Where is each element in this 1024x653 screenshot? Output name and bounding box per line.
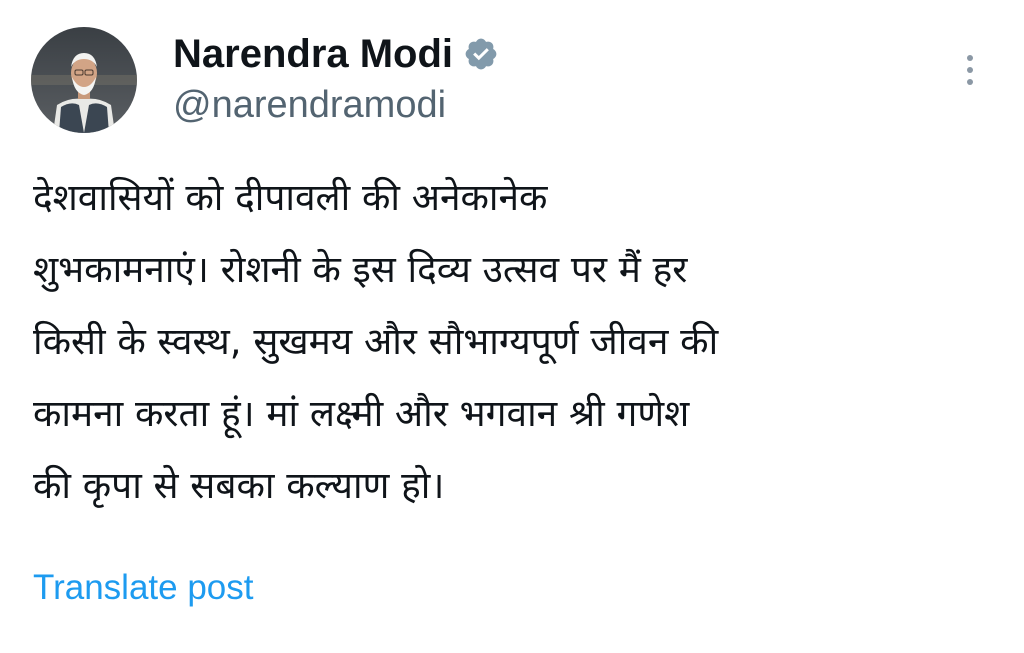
post-text: देशवासियों को दीपावली की अनेकानेक शुभकाम… <box>33 162 993 522</box>
translate-post-link[interactable]: Translate post <box>33 566 253 610</box>
avatar-image <box>31 27 137 133</box>
post-text-line: किसी के स्वस्थ, सुखमय और सौभाग्यपूर्ण जी… <box>33 320 719 363</box>
avatar[interactable] <box>31 27 137 133</box>
author-name-row: Narendra Modi <box>173 30 499 78</box>
more-vertical-icon <box>967 55 973 85</box>
post-text-line: शुभकामनाएं। रोशनी के इस दिव्य उत्सव पर म… <box>33 248 688 291</box>
verified-badge-icon <box>463 36 499 72</box>
author-handle[interactable]: @narendramodi <box>173 82 446 128</box>
post-text-line: देशवासियों को दीपावली की अनेकानेक <box>33 176 548 219</box>
post-text-line: कामना करता हूं। मां लक्ष्मी और भगवान श्र… <box>33 392 690 435</box>
more-options-button[interactable] <box>952 50 988 90</box>
author-display-name[interactable]: Narendra Modi <box>173 30 453 78</box>
post-text-line: की कृपा से सबका कल्याण हो। <box>33 464 445 507</box>
post-card: Narendra Modi @narendramodi देशवासियों क… <box>0 0 1024 653</box>
